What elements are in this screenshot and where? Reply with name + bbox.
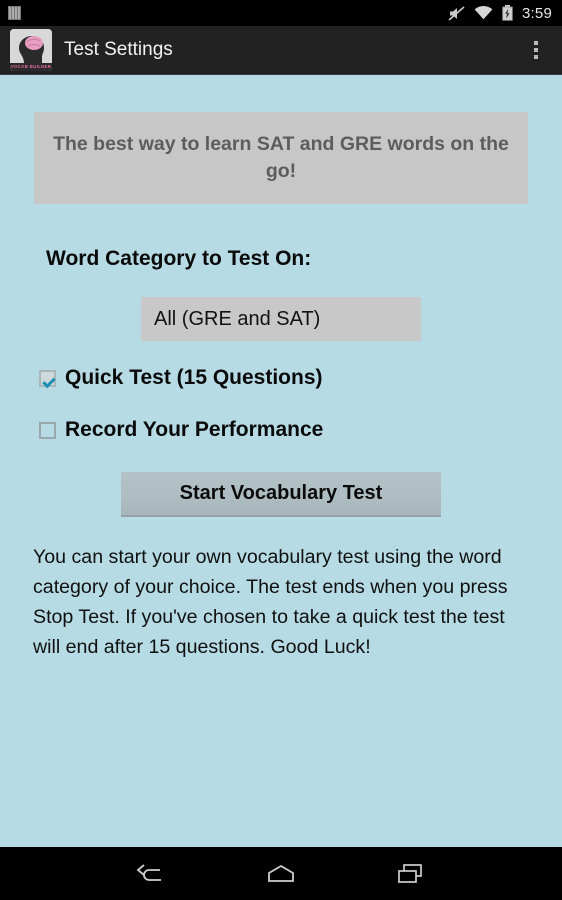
android-screen: 3:59 VOCAB BUILDER Test Settings The bes… <box>0 0 562 900</box>
dot-2 <box>534 48 538 52</box>
quick-test-label: Quick Test (15 Questions) <box>65 366 323 389</box>
main-content: The best way to learn SAT and GRE words … <box>0 76 562 847</box>
promo-banner-text: The best way to learn SAT and GRE words … <box>53 133 509 182</box>
record-performance-label: Record Your Performance <box>65 418 324 441</box>
category-label: Word Category to Test On: <box>46 247 312 270</box>
app-icon-label: VOCAB BUILDER <box>10 63 52 71</box>
sim-card-icon <box>8 6 21 20</box>
word-category-selected-value: All (GRE and SAT) <box>154 307 321 330</box>
wifi-icon <box>474 6 493 20</box>
back-arrow-icon[interactable] <box>126 854 176 894</box>
vocab-builder-brain-icon: VOCAB BUILDER <box>10 29 52 71</box>
record-performance-checkbox[interactable] <box>39 421 56 439</box>
home-icon[interactable] <box>256 854 306 894</box>
checkbox-row-record-performance[interactable]: Record Your Performance <box>39 418 323 442</box>
word-category-spinner[interactable]: All (GRE and SAT) <box>141 297 421 341</box>
battery-charging-icon <box>502 5 513 21</box>
status-bar: 3:59 <box>0 0 562 26</box>
back-arrow-glyph <box>136 863 161 881</box>
action-bar: VOCAB BUILDER Test Settings <box>0 26 562 75</box>
dot-1 <box>534 41 538 45</box>
status-bar-right: 3:59 <box>448 5 552 22</box>
checkbox-row-quick-test[interactable]: Quick Test (15 Questions) <box>39 366 323 390</box>
status-bar-clock: 3:59 <box>522 4 552 22</box>
system-navigation-bar <box>0 847 562 900</box>
status-bar-left <box>8 6 21 20</box>
more-vertical-icon[interactable] <box>528 35 544 65</box>
instructions-text: You can start your own vocabulary test u… <box>33 546 508 658</box>
recent-apps-glyph <box>398 863 422 883</box>
page-title: Test Settings <box>64 39 173 60</box>
home-glyph <box>268 864 294 882</box>
dot-3 <box>534 55 538 59</box>
promo-banner: The best way to learn SAT and GRE words … <box>34 112 528 204</box>
recent-apps-icon[interactable] <box>386 854 436 894</box>
quick-test-checkbox[interactable] <box>39 369 56 387</box>
start-vocabulary-test-button[interactable]: Start Vocabulary Test <box>121 472 441 517</box>
volume-mute-icon <box>448 5 465 21</box>
